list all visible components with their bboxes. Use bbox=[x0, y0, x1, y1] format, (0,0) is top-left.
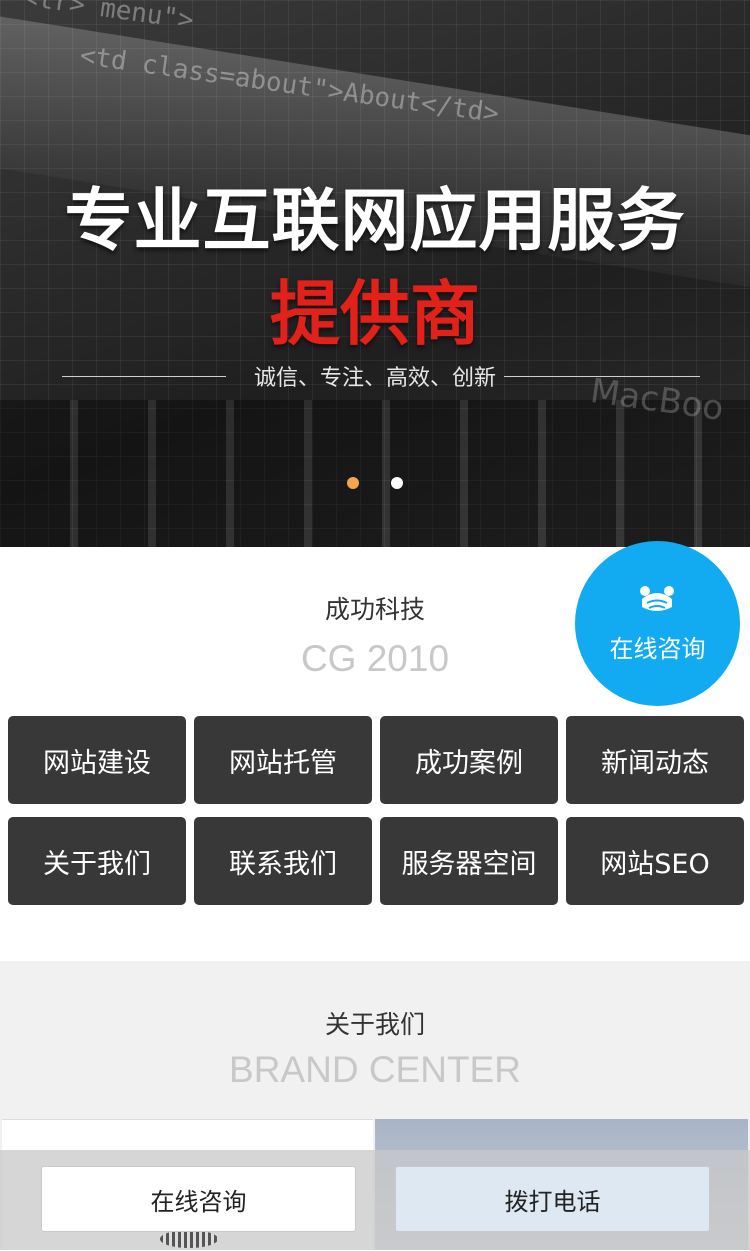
bottom-action-bar: 在线咨询 拨打电话 bbox=[0, 1150, 750, 1250]
drain-image-fragment bbox=[160, 1230, 218, 1248]
carousel-dot-2[interactable] bbox=[391, 477, 403, 489]
nav-item-website-build[interactable]: 网站建设 bbox=[8, 716, 186, 804]
nav-item-cases[interactable]: 成功案例 bbox=[380, 716, 558, 804]
nav-item-about[interactable]: 关于我们 bbox=[8, 817, 186, 905]
nav-item-server-space[interactable]: 服务器空间 bbox=[380, 817, 558, 905]
floating-consult-button[interactable]: 在线咨询 bbox=[575, 541, 740, 706]
nav-item-news[interactable]: 新闻动态 bbox=[566, 716, 744, 804]
main-nav-grid: 网站建设 网站托管 成功案例 新闻动态 关于我们 联系我们 服务器空间 网站SE… bbox=[8, 716, 744, 905]
floating-consult-label: 在线咨询 bbox=[609, 635, 706, 663]
banner-keyboard bbox=[0, 400, 750, 547]
about-subtitle: BRAND CENTER bbox=[229, 1049, 521, 1090]
nav-item-seo[interactable]: 网站SEO bbox=[566, 817, 744, 905]
nav-item-hosting[interactable]: 网站托管 bbox=[194, 716, 372, 804]
call-button[interactable]: 拨打电话 bbox=[395, 1166, 710, 1232]
nav-item-contact[interactable]: 联系我们 bbox=[194, 817, 372, 905]
about-title: 关于我们 bbox=[324, 1010, 425, 1039]
bear-chat-icon bbox=[640, 586, 674, 611]
banner-title: 专业互联网应用服务 bbox=[64, 182, 686, 261]
carousel-dot-1[interactable] bbox=[347, 477, 359, 489]
hero-banner[interactable]: <tr> menu"> <td class=about">About</td> … bbox=[0, 0, 750, 547]
banner-slogan: 诚信、专注、高效、创新 bbox=[253, 366, 496, 391]
banner-subtitle: 提供商 bbox=[270, 273, 480, 355]
consult-button[interactable]: 在线咨询 bbox=[41, 1166, 356, 1232]
